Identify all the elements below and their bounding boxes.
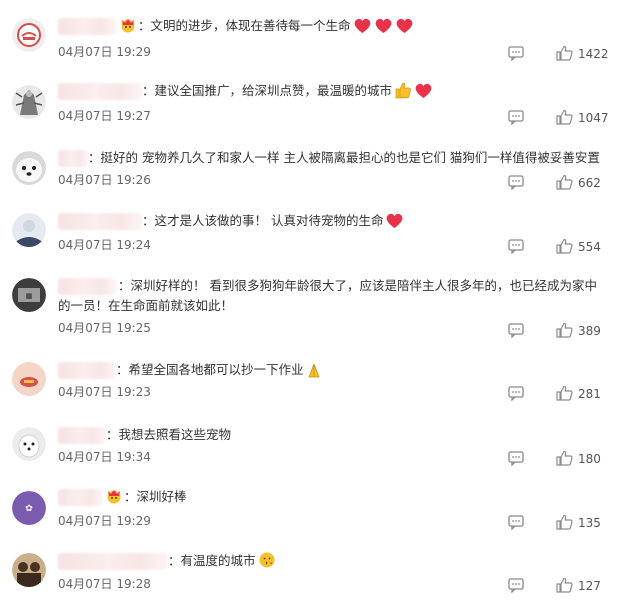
- like-count: 180: [578, 452, 601, 466]
- comment-item: ▦ ：深圳好样的！ 看到很多狗狗年龄很大了，应该是陪伴主人很多年的，也已经成为家…: [0, 276, 622, 356]
- comment-icon[interactable]: [508, 578, 525, 594]
- username[interactable]: [58, 150, 88, 167]
- comment-icon[interactable]: [508, 110, 525, 126]
- comment-icon[interactable]: [508, 175, 525, 191]
- avatar[interactable]: ✿: [12, 491, 46, 525]
- thumbs-up-icon[interactable]: [556, 514, 573, 530]
- comment-date: 04月07日 19:24: [58, 238, 151, 252]
- comment-text: ：这才是人该做的事！ 认真对待宠物的生命: [142, 213, 384, 228]
- comment-item: ：有温度的城市 04月07日 19:28 127: [0, 551, 622, 615]
- comment-item: ：这才是人该做的事！ 认真对待宠物的生命 04月07日 19:24 554: [0, 211, 622, 275]
- comment-text: ：建议全国推广，给深圳点赞，最温暖的城市: [142, 83, 393, 98]
- like-count: 127: [578, 579, 601, 593]
- heart-icon: [395, 17, 414, 40]
- comment-date: 04月07日 19:29: [58, 514, 151, 528]
- username[interactable]: [58, 427, 106, 444]
- comment-text: ：深圳好棒: [124, 489, 187, 504]
- thumbs-up-icon[interactable]: [556, 238, 573, 254]
- comment-date: 04月07日 19:23: [58, 385, 151, 399]
- comment-icon[interactable]: [508, 386, 525, 402]
- pray-icon: [306, 362, 322, 384]
- comment-icon[interactable]: [508, 515, 525, 531]
- comment-item: ✿ ：深圳好棒 04月07日 19:29 135: [0, 487, 622, 551]
- comment-date: 04月07日 19:26: [58, 173, 151, 187]
- avatar[interactable]: ▦: [12, 278, 46, 312]
- heart-icon: [414, 82, 433, 105]
- comment-icon[interactable]: [508, 323, 525, 339]
- thumbs-up-icon[interactable]: [556, 174, 573, 190]
- comment-icon[interactable]: [508, 239, 525, 255]
- comment-icon[interactable]: [508, 451, 525, 467]
- username[interactable]: [58, 83, 142, 100]
- comment-item: ：希望全国各地都可以抄一下作业 04月07日 19:23 281: [0, 360, 622, 424]
- thumbs-up-icon[interactable]: [556, 45, 573, 61]
- comment-text: ：有温度的城市: [168, 553, 256, 568]
- username[interactable]: [58, 213, 142, 230]
- like-count: 281: [578, 387, 601, 401]
- like-count: 1422: [578, 47, 609, 61]
- heart-icon: [374, 17, 393, 40]
- avatar[interactable]: [12, 427, 46, 461]
- comment-text: ：希望全国各地都可以抄一下作业: [116, 362, 304, 377]
- comment-date: 04月07日 19:25: [58, 321, 151, 335]
- comment-icon[interactable]: [508, 46, 525, 62]
- username[interactable]: [58, 18, 116, 35]
- comment-item: ：文明的进步，体现在善待每一个生命 04月07日 19:29 1422: [0, 16, 622, 80]
- username[interactable]: [58, 553, 168, 570]
- comment-text: ：文明的进步，体现在善待每一个生命: [138, 18, 351, 33]
- thumbs-up-icon[interactable]: [556, 109, 573, 125]
- comment-item: ：挺好的 宠物养几久了和家人一样 主人被隔离最担心的也是它们 猫狗们一样值得被妥…: [0, 148, 622, 212]
- thumbs-up-icon[interactable]: [556, 577, 573, 593]
- avatar[interactable]: [12, 85, 46, 119]
- heart-icon: [353, 17, 372, 40]
- heart-icon: [385, 212, 404, 235]
- comment-text: ：我想去照看这些宠物: [106, 427, 232, 442]
- comment-text: ：挺好的 宠物养几久了和家人一样 主人被隔离最担心的也是它们 猫狗们一样值得被妥…: [88, 150, 600, 165]
- crown-face-icon: [105, 488, 123, 510]
- comment-date: 04月07日 19:28: [58, 577, 151, 591]
- comment-item: ：建议全国推广，给深圳点赞，最温暖的城市 04月07日 19:27 1047: [0, 81, 622, 145]
- like-count: 662: [578, 176, 601, 190]
- comment-date: 04月07日 19:34: [58, 450, 151, 464]
- username[interactable]: [58, 362, 116, 379]
- avatar[interactable]: [12, 151, 46, 185]
- comment-text: ：深圳好样的！ 看到很多狗狗年龄很大了，应该是陪伴主人很多年的，也已经成为家中的…: [58, 278, 597, 313]
- username[interactable]: [58, 489, 102, 506]
- avatar[interactable]: [12, 213, 46, 247]
- comment-date: 04月07日 19:29: [58, 45, 151, 59]
- thumbs-up-icon[interactable]: [556, 322, 573, 338]
- like-count: 1047: [578, 111, 609, 125]
- like-count: 135: [578, 516, 601, 530]
- crown-face-icon: [119, 17, 137, 39]
- svg-text:✿: ✿: [25, 504, 33, 514]
- thumbs-up-icon[interactable]: [556, 385, 573, 401]
- avatar[interactable]: [12, 18, 46, 52]
- like-count: 554: [578, 240, 601, 254]
- thumbs-up-emoji-icon: [394, 81, 412, 105]
- comment-date: 04月07日 19:27: [58, 109, 151, 123]
- kiss-face-icon: [258, 551, 276, 575]
- thumbs-up-icon[interactable]: [556, 450, 573, 466]
- comment-item: ：我想去照看这些宠物 04月07日 19:34 180: [0, 425, 622, 489]
- like-count: 389: [578, 324, 601, 338]
- avatar[interactable]: [12, 362, 46, 396]
- svg-text:▦: ▦: [26, 292, 33, 300]
- avatar[interactable]: [12, 553, 46, 587]
